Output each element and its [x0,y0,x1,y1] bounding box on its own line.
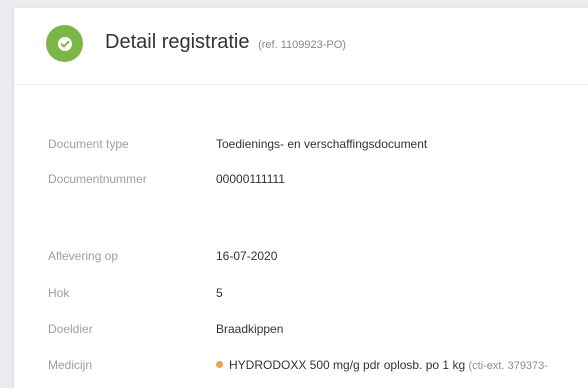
detail-row-document-type: Document type Toedienings- en verschaffi… [14,137,588,157]
check-icon [57,36,72,51]
status-badge [46,25,83,62]
detail-label: Medicijn [48,358,93,372]
detail-row-target-animal: Doeldier Braadkippen [14,322,588,342]
registration-detail-card: Detail registratie (ref. 1109923-PO) Doc… [14,8,588,388]
detail-value: Toedienings- en verschaffingsdocument [216,137,428,151]
detail-value: 5 [216,286,223,300]
detail-row-document-number: Documentnummer 00000111111 [14,172,588,192]
medicine-value: HYDRODOXX 500 mg/g pdr oplosb. po 1 kg (… [216,358,548,372]
detail-value: Braadkippen [216,322,284,336]
detail-label: Documentnummer [48,172,147,186]
medicine-cti-code: (cti-ext. 379373- [468,360,548,372]
medicine-status-dot [216,361,223,368]
detail-label: Doeldier [48,322,93,336]
card-header: Detail registratie (ref. 1109923-PO) [14,8,588,85]
detail-row-delivery-date: Aflevering op 16-07-2020 [14,249,588,269]
detail-row-pen: Hok 5 [14,286,588,306]
detail-label: Hok [48,286,70,300]
page-title-text: Detail registratie [105,31,250,53]
detail-label: Aflevering op [48,249,119,263]
medicine-name: HYDRODOXX 500 mg/g pdr oplosb. po 1 kg [229,358,466,372]
reference-number: (ref. 1109923-PO) [258,39,346,51]
detail-value: 16-07-2020 [216,249,278,263]
detail-value: 00000111111 [216,172,285,186]
detail-label: Document type [48,137,129,151]
page-title: Detail registratie (ref. 1109923-PO) [105,31,346,54]
detail-row-medicine: Medicijn HYDRODOXX 500 mg/g pdr oplosb. … [14,358,588,378]
